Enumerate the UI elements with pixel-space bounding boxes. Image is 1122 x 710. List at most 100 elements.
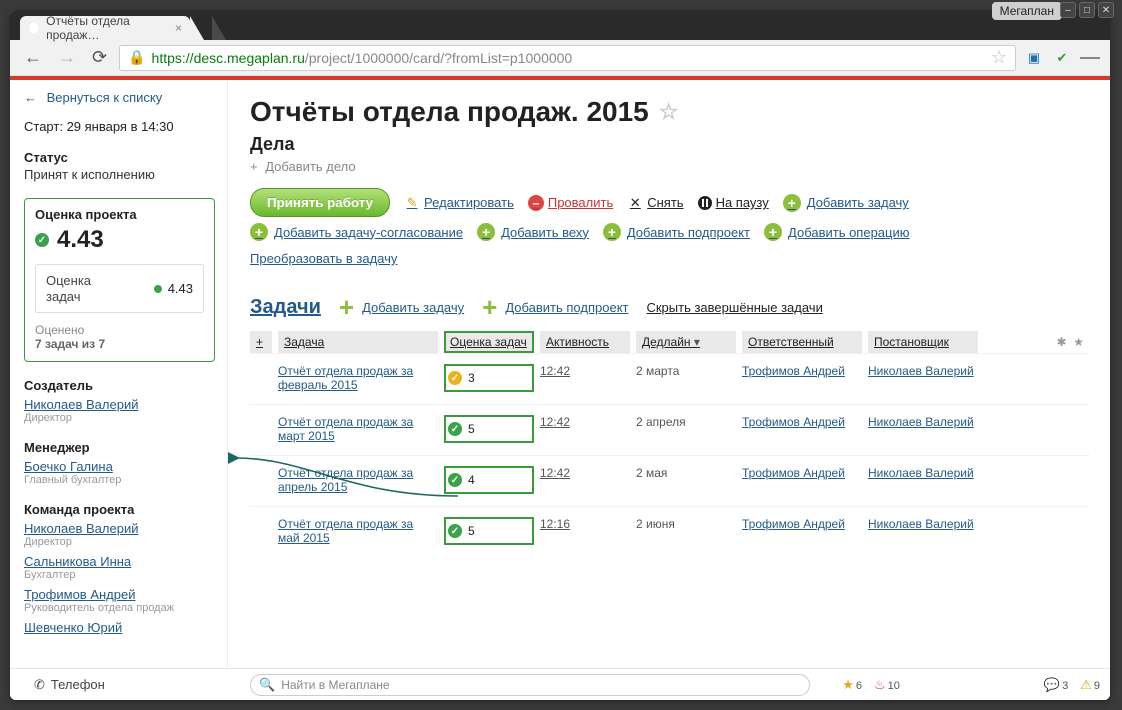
team-member-link[interactable]: Сальникова Инна: [24, 554, 131, 569]
chat-status-icon[interactable]: 💬3: [1044, 677, 1068, 693]
back-to-list-link[interactable]: ← Вернуться к списку: [24, 90, 162, 105]
x-icon: ✕: [627, 195, 643, 211]
hide-completed-link[interactable]: Скрыть завершённые задачи: [646, 300, 822, 315]
window-maximize-icon[interactable]: □: [1079, 2, 1095, 18]
add-task-link[interactable]: +Добавить задачу: [783, 194, 909, 212]
col-tools[interactable]: ✱ ★: [984, 331, 1090, 353]
window-app-title: Мегаплан: [992, 2, 1062, 20]
task-rating: 4: [468, 473, 475, 487]
rating-dot-icon: ✓: [448, 524, 462, 538]
bottom-bar: ✆ Телефон 🔍 Найти в Мегаплане ★6 ♨10 💬3 …: [10, 668, 1110, 700]
manager-heading: Менеджер: [24, 440, 215, 455]
task-owner-link[interactable]: Николаев Валерий: [868, 415, 974, 429]
table-header-row: + Задача Оценка задач Активность Дедлайн…: [250, 331, 1090, 353]
creator-link[interactable]: Николаев Валерий: [24, 397, 138, 412]
task-activity[interactable]: 12:42: [540, 364, 570, 378]
nav-back-icon[interactable]: ←: [20, 45, 46, 70]
tab-strip: Отчёты отдела продаж… ×: [10, 10, 1110, 40]
start-value: 29 января в 14:30: [67, 119, 174, 134]
rating-dot-icon: ✓: [448, 473, 462, 487]
add-milestone-link[interactable]: +Добавить веху: [477, 223, 589, 241]
task-owner-link[interactable]: Николаев Валерий: [868, 517, 974, 531]
search-placeholder: Найти в Мегаплане: [281, 678, 389, 692]
menu-icon[interactable]: [1080, 48, 1100, 68]
frame-icon[interactable]: ▣: [1024, 48, 1044, 68]
task-name-link[interactable]: Отчёт отдела продаж за февраль 2015: [278, 364, 413, 392]
nav-forward-icon[interactable]: →: [54, 45, 80, 70]
window-minimize-icon[interactable]: –: [1060, 2, 1076, 18]
convert-link[interactable]: Преобразовать в задачу: [250, 251, 397, 266]
manager-link[interactable]: Боечко Галина: [24, 459, 113, 474]
pause-link[interactable]: На паузу: [698, 195, 769, 210]
plus-icon: +: [339, 292, 354, 323]
phone-label: Телефон: [51, 677, 105, 692]
nav-reload-icon[interactable]: ⟳: [88, 45, 111, 70]
bookmark-star-icon[interactable]: ☆: [991, 47, 1007, 68]
task-name-link[interactable]: Отчёт отдела продаж за март 2015: [278, 415, 413, 443]
pencil-icon: ✎: [404, 195, 420, 211]
rating-footer2: 7 задач из 7: [35, 337, 105, 351]
col-rating[interactable]: Оценка задач: [444, 331, 534, 353]
task-owner-link[interactable]: Николаев Валерий: [868, 466, 974, 480]
team-member-link[interactable]: Шевченко Юрий: [24, 620, 122, 635]
tasks-heading-link[interactable]: Задачи: [250, 296, 321, 319]
plus-circle-icon: +: [783, 194, 801, 212]
star-status-icon[interactable]: ★6: [842, 677, 862, 693]
tasks-add-task-link[interactable]: Добавить задачу: [362, 300, 464, 315]
task-responsible-link[interactable]: Трофимов Андрей: [742, 364, 845, 378]
fail-link[interactable]: –Провалить: [528, 195, 613, 211]
url-input[interactable]: 🔒 https:// desc.megaplan.ru /project/100…: [119, 45, 1016, 71]
check-circle-icon: ✓: [35, 233, 49, 247]
creator-role: Директор: [24, 412, 215, 424]
browser-tab[interactable]: Отчёты отдела продаж… ×: [20, 16, 190, 40]
task-owner-link[interactable]: Николаев Валерий: [868, 364, 974, 378]
favorite-star-icon[interactable]: ☆: [659, 99, 679, 125]
team-member-role: Бухгалтер: [24, 569, 215, 581]
project-rating-card: Оценка проекта ✓ 4.43 Оценка задач 4.43 …: [24, 198, 215, 362]
edit-link[interactable]: ✎Редактировать: [404, 195, 514, 211]
section-heading: Дела: [250, 134, 1090, 155]
task-name-link[interactable]: Отчёт отдела продаж за май 2015: [278, 517, 413, 545]
add-approval-link[interactable]: +Добавить задачу-согласование: [250, 223, 463, 241]
col-owner[interactable]: Постановщик: [868, 331, 978, 353]
remove-link[interactable]: ✕Снять: [627, 195, 683, 211]
task-activity[interactable]: 12:42: [540, 415, 570, 429]
task-responsible-link[interactable]: Трофимов Андрей: [742, 517, 845, 531]
task-responsible-link[interactable]: Трофимов Андрей: [742, 415, 845, 429]
col-activity[interactable]: Активность: [540, 331, 630, 353]
task-responsible-link[interactable]: Трофимов Андрей: [742, 466, 845, 480]
global-search-input[interactable]: 🔍 Найти в Мегаплане: [250, 674, 810, 696]
rating-title: Оценка проекта: [35, 207, 204, 222]
team-heading: Команда проекта: [24, 502, 215, 517]
col-deadline[interactable]: Дедлайн: [636, 331, 736, 353]
col-responsible[interactable]: Ответственный: [742, 331, 862, 353]
team-member-link[interactable]: Николаев Валерий: [24, 521, 138, 536]
table-row: Отчёт отдела продаж за март 2015✓512:422…: [250, 404, 1090, 455]
task-name-link[interactable]: Отчёт отдела продаж за апрель 2015: [278, 466, 413, 494]
tab-close-icon[interactable]: ×: [171, 21, 182, 35]
new-tab-button[interactable]: [212, 16, 226, 40]
search-icon: 🔍: [259, 677, 275, 693]
add-deal-button[interactable]: + Добавить дело: [250, 159, 1090, 174]
main-content: Отчёты отдела продаж. 2015 ☆ Дела + Доба…: [228, 80, 1110, 700]
col-expand[interactable]: +: [250, 331, 272, 353]
col-task[interactable]: Задача: [278, 331, 438, 353]
warning-status-icon[interactable]: ⚠9: [1080, 677, 1100, 693]
plus-circle-icon: +: [603, 223, 621, 241]
minus-circle-icon: –: [528, 195, 544, 211]
team-member-link[interactable]: Трофимов Андрей: [24, 587, 135, 602]
rating-dot-icon: ✓: [448, 371, 462, 385]
browser-toolbar: ← → ⟳ 🔒 https:// desc.megaplan.ru /proje…: [10, 40, 1110, 76]
check-icon[interactable]: ✔: [1052, 48, 1072, 68]
fire-status-icon[interactable]: ♨10: [874, 677, 900, 693]
add-subproject-link[interactable]: +Добавить подпроект: [603, 223, 750, 241]
tasks-table: + Задача Оценка задач Активность Дедлайн…: [250, 331, 1090, 557]
accept-work-button[interactable]: Принять работу: [250, 188, 390, 217]
task-activity[interactable]: 12:16: [540, 517, 570, 531]
add-operation-link[interactable]: +Добавить операцию: [764, 223, 909, 241]
window-close-icon[interactable]: ✕: [1098, 2, 1114, 18]
task-activity[interactable]: 12:42: [540, 466, 570, 480]
tasks-add-subproject-link[interactable]: Добавить подпроект: [505, 300, 628, 315]
manager-role: Главный бухгалтер: [24, 474, 215, 486]
task-deadline: 2 апреля: [636, 415, 736, 443]
